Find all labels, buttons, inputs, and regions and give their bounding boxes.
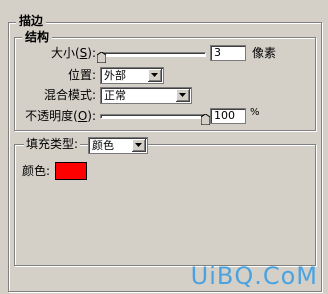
position-dropdown-button[interactable] (148, 69, 162, 82)
opacity-label: 不透明度(O): (25, 109, 96, 123)
slider-thumb-icon (200, 113, 211, 126)
blend-mode-dropdown-button[interactable] (176, 89, 190, 102)
size-slider-thumb[interactable] (96, 51, 107, 64)
chevron-down-icon (151, 73, 158, 77)
fill-type-dropdown[interactable]: 颜色 (88, 137, 148, 154)
size-unit: 像素 (252, 46, 277, 60)
opacity-unit: % (250, 107, 260, 118)
chevron-down-icon (179, 93, 186, 97)
color-swatch[interactable] (55, 162, 87, 180)
size-slider-track[interactable] (100, 52, 206, 57)
opacity-input[interactable] (210, 108, 246, 124)
blend-mode-dropdown[interactable]: 正常 (100, 87, 192, 104)
opacity-slider-track[interactable] (100, 114, 206, 119)
stroke-group-title: 描边 (16, 14, 47, 28)
size-input[interactable] (210, 45, 246, 61)
position-dropdown[interactable]: 外部 (100, 67, 164, 84)
position-value: 外部 (104, 69, 126, 82)
color-label: 颜色: (22, 164, 51, 178)
fill-type-dropdown-button[interactable] (132, 139, 146, 152)
position-label: 位置: (67, 68, 96, 82)
fill-type-value: 颜色 (92, 139, 114, 152)
slider-thumb-icon (96, 51, 107, 64)
size-label: 大小(S): (50, 46, 96, 60)
blend-mode-value: 正常 (104, 89, 126, 102)
fill-type-label: 填充类型: (24, 136, 81, 152)
opacity-slider-thumb[interactable] (200, 113, 211, 126)
structure-group-title: 结构 (22, 30, 53, 44)
watermark-text: UiBQ.CoM (190, 262, 318, 290)
chevron-down-icon (135, 143, 142, 147)
blend-mode-label: 混合模式: (43, 88, 96, 102)
